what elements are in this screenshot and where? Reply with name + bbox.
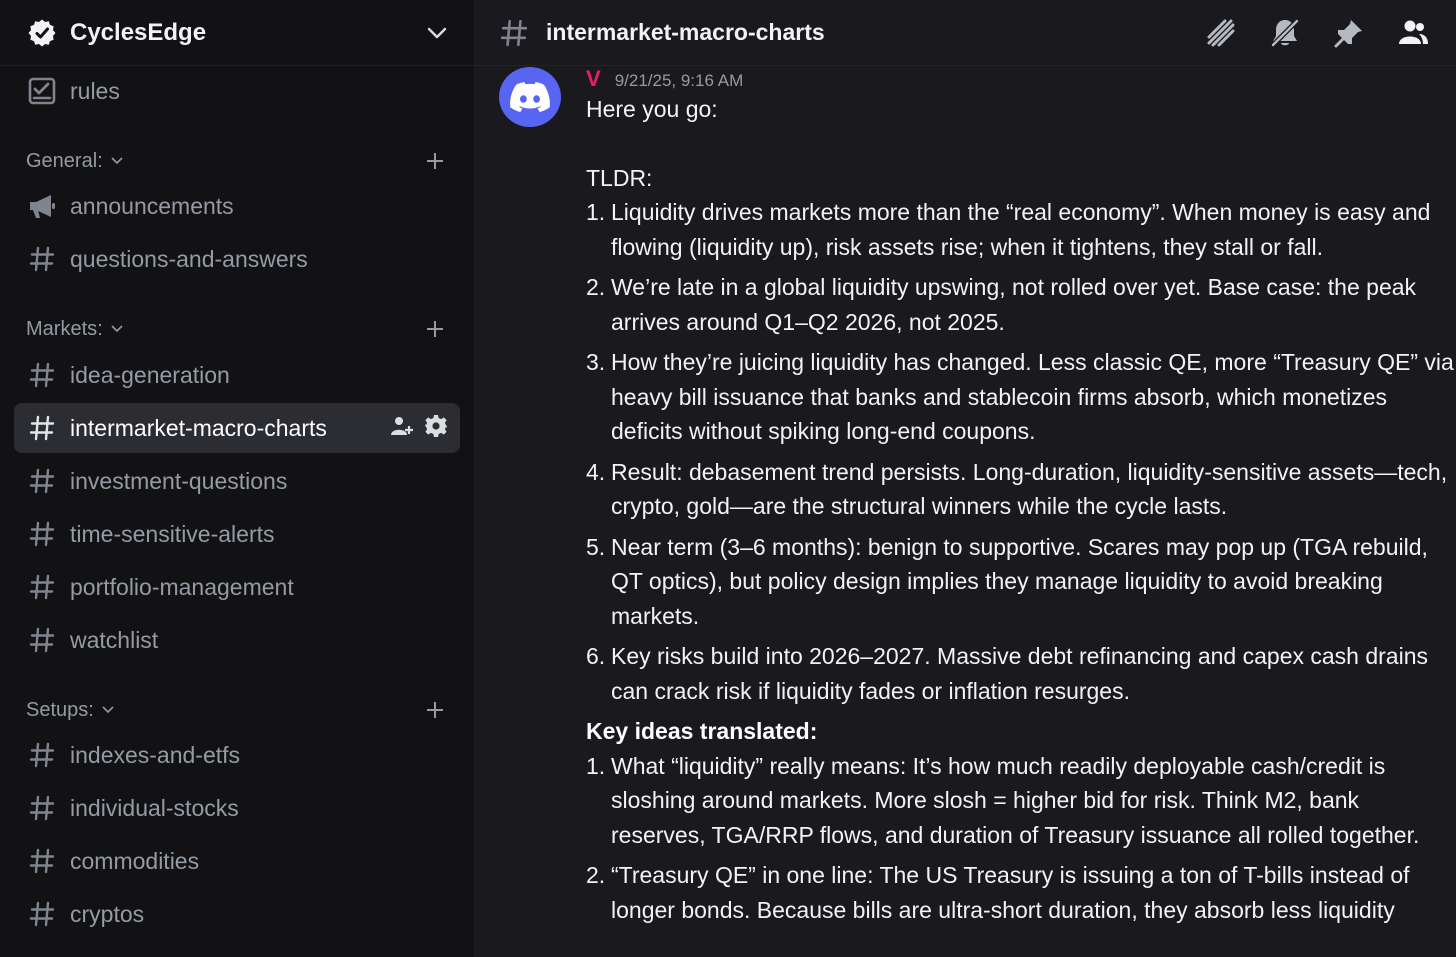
hash-icon [26,465,58,497]
gear-icon[interactable] [424,414,448,443]
category-label: Setups: [26,698,94,721]
channel-intermarket-macro-charts[interactable]: intermarket-macro-charts [14,403,460,453]
channel-individual-stocks[interactable]: individual-stocks [14,783,460,833]
channel-label: commodities [70,847,200,874]
hash-icon [26,243,58,275]
key-ideas-heading: Key ideas translated: [586,718,818,744]
category-setups[interactable]: Setups: [26,695,446,725]
members-icon[interactable] [1396,16,1430,50]
chevron-down-icon[interactable] [426,22,448,44]
list-item: 5. Near term (3–6 months): benign to supp… [586,533,1428,629]
hash-icon [26,412,58,444]
hash-icon [26,518,58,550]
list-item: 4. Result: debasement trend persists. Lon… [586,458,1448,520]
channel-investment-questions[interactable]: investment-questions [14,456,460,506]
channel-idea-generation[interactable]: idea-generation [14,350,460,400]
hash-icon [26,739,58,771]
channel-title: intermarket-macro-charts [546,19,825,45]
list-item: 1. What “liquidity” really means: It’s ho… [586,752,1420,848]
channel-label: intermarket-macro-charts [70,414,327,441]
hash-icon [26,359,58,391]
channel-label: cryptos [70,900,145,927]
rules-checkbox-icon [26,75,58,107]
chevron-down-icon [102,703,116,717]
key-ideas-list: 1. What “liquidity” really means: It’s ho… [586,749,1456,928]
message-body: V 9/21/25, 9:16 AM Here you go: TLDR: 1.… [586,66,1456,933]
category-label: General: [26,149,103,172]
channel-portfolio-management[interactable]: portfolio-management [14,562,460,612]
hash-icon [500,18,530,48]
channel-label: portfolio-management [70,573,294,600]
channel-label: investment-questions [70,467,288,494]
header-toolbar [1204,16,1456,50]
category-markets[interactable]: Markets: [26,314,446,344]
channel-actions [390,414,448,443]
server-header[interactable]: CyclesEdge [0,0,474,66]
channel-watchlist[interactable]: watchlist [14,615,460,665]
hash-icon [26,898,58,930]
tldr-label: TLDR: [586,164,653,191]
message-content: Here you go: TLDR: 1. Liquidity drives ma… [586,92,1456,927]
channel-rules[interactable]: rules [14,66,460,116]
channel-announcements[interactable]: announcements [14,181,460,231]
add-channel-plus-icon[interactable] [424,150,446,172]
channel-time-sensitive-alerts[interactable]: time-sensitive-alerts [14,509,460,559]
channel-header: intermarket-macro-charts [474,0,1456,66]
channel-label: rules [70,77,120,104]
list-item: 6. Key risks build into 2026–2027. Massiv… [586,643,1428,704]
channel-indexes-and-etfs[interactable]: indexes-and-etfs [14,730,460,780]
channel-label: watchlist [70,626,159,653]
channel-label: individual-stocks [70,794,239,821]
add-channel-plus-icon[interactable] [424,699,446,721]
author-name[interactable]: V [586,66,601,92]
discord-logo-icon [510,82,550,112]
tldr-list: 1. Liquidity drives markets more than the… [586,195,1456,708]
channel-label: indexes-and-etfs [70,741,241,768]
avatar[interactable] [499,67,561,127]
discord-app: CyclesEdge rules General: announcements … [0,0,1456,957]
message-timestamp: 9/21/25, 9:16 AM [614,71,744,90]
hash-icon [26,624,58,656]
chat-area: intermarket-macro-charts V 9/21/25, 9:16… [474,0,1456,957]
mute-bell-icon[interactable] [1268,16,1302,50]
invite-user-icon[interactable] [390,414,414,443]
pin-icon[interactable] [1332,16,1366,50]
hash-icon [26,792,58,824]
hash-icon [26,845,58,877]
hash-icon [26,571,58,603]
channel-sidebar: CyclesEdge rules General: announcements … [0,0,474,957]
category-general[interactable]: General: [26,146,446,176]
channel-questions-and-answers[interactable]: questions-and-answers [14,234,460,284]
channel-cryptos[interactable]: cryptos [14,889,460,939]
channel-label: idea-generation [70,361,230,388]
message-meta: V 9/21/25, 9:16 AM [586,66,1456,92]
channel-commodities[interactable]: commodities [14,836,460,886]
channel-label: announcements [70,192,234,219]
chevron-down-icon [111,322,125,336]
list-item: 2. “Treasury QE” in one line: The US Trea… [586,862,1410,923]
megaphone-icon [26,190,58,222]
server-badge-icon [26,17,58,49]
message-intro: Here you go: [586,96,718,122]
list-item: 1. Liquidity drives markets more than the… [586,199,1431,260]
channel-label: time-sensitive-alerts [70,520,275,547]
threads-icon[interactable] [1204,16,1238,50]
list-item: 2. We’re late in a global liquidity upswi… [586,274,1417,335]
server-name: CyclesEdge [70,18,207,46]
chevron-down-icon [111,154,125,168]
category-label: Markets: [26,317,103,340]
list-item: 3. How they’re juicing liquidity has chan… [586,349,1454,444]
add-channel-plus-icon[interactable] [424,318,446,340]
channel-label: questions-and-answers [70,245,308,272]
